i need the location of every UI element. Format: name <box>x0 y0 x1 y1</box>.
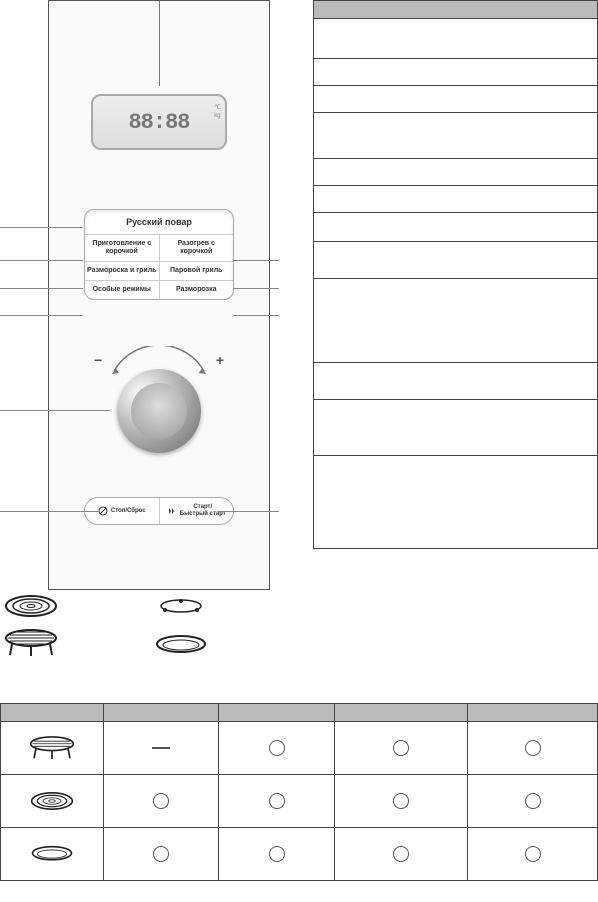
reference-row <box>314 456 597 548</box>
crisp-plate-icon <box>4 594 58 618</box>
circle-icon <box>269 740 285 756</box>
russian-chef-button[interactable]: Русский повар <box>85 210 233 235</box>
reference-row <box>314 242 597 279</box>
leader-line <box>218 511 279 512</box>
display-units: ℃ kg <box>214 104 221 120</box>
leader-line <box>0 260 83 261</box>
usage-row-crisp-plate <box>1 775 597 828</box>
usage-header-row <box>1 704 597 722</box>
dash-icon <box>152 747 170 749</box>
usage-row-tray <box>1 828 597 880</box>
circle-icon <box>393 846 409 862</box>
bottom-control-bar: Стоп/Сброс Старт/ Быстрый старт <box>84 497 234 525</box>
glass-tray-icon <box>154 634 208 656</box>
reference-row <box>314 213 597 242</box>
lcd-display: 88:88 ℃ kg <box>91 94 227 150</box>
reference-table-header <box>314 0 597 19</box>
circle-icon <box>269 793 285 809</box>
circle-icon <box>525 740 541 756</box>
usage-cell <box>104 722 220 774</box>
dial-minus-label: − <box>94 352 102 368</box>
rotary-dial[interactable] <box>117 369 201 453</box>
reference-row <box>314 159 597 186</box>
reference-table <box>313 0 598 549</box>
reference-row <box>314 186 597 213</box>
reference-row <box>314 19 597 59</box>
reference-row <box>314 400 597 456</box>
leader-line <box>233 315 279 316</box>
start-icon <box>167 506 177 516</box>
usage-header-cell <box>219 704 335 722</box>
leader-line <box>233 288 279 289</box>
usage-cell <box>335 775 469 827</box>
usage-header-cell <box>1 704 104 722</box>
usage-header-cell <box>104 704 220 722</box>
accessory-cell <box>1 775 104 827</box>
display-digits: 88:88 <box>128 110 189 135</box>
usage-cell <box>468 775 597 827</box>
leader-line <box>233 260 279 261</box>
usage-header-cell <box>335 704 469 722</box>
accessory-cell <box>1 722 104 774</box>
usage-cell <box>468 828 597 880</box>
usage-cell <box>335 722 469 774</box>
leader-line <box>0 288 83 289</box>
usage-cell <box>468 722 597 774</box>
usage-table <box>0 703 598 881</box>
crisp-plate-icon <box>30 790 74 812</box>
reference-row <box>314 86 597 113</box>
circle-icon <box>393 793 409 809</box>
control-panel: 88:88 ℃ kg Русский повар Приготовление с… <box>48 0 270 590</box>
grill-rack-icon <box>29 734 75 762</box>
panel-divider <box>159 1 160 86</box>
crust-cook-button[interactable]: Приготовление с корочкой <box>85 235 160 261</box>
reference-row <box>314 59 597 86</box>
accessory-cell <box>1 828 104 880</box>
circle-icon <box>153 793 169 809</box>
accessories-row <box>0 594 280 674</box>
leader-line <box>0 410 110 411</box>
circle-icon <box>153 846 169 862</box>
usage-cell <box>219 722 335 774</box>
unit-kg: kg <box>214 112 221 120</box>
dial-area: − + <box>94 346 224 476</box>
grill-rack-icon <box>4 628 58 658</box>
stop-reset-label: Стоп/Сброс <box>111 508 146 515</box>
reference-row <box>314 363 597 400</box>
reference-row <box>314 279 597 363</box>
leader-line <box>0 511 100 512</box>
usage-header-cell <box>468 704 597 722</box>
unit-celsius: ℃ <box>214 104 221 112</box>
reference-row <box>314 113 597 159</box>
circle-icon <box>269 846 285 862</box>
leader-line <box>0 227 83 228</box>
special-modes-button[interactable]: Особые режимы <box>85 281 160 299</box>
glass-tray-icon <box>30 844 74 864</box>
circle-icon <box>393 740 409 756</box>
usage-cell <box>335 828 469 880</box>
usage-cell <box>104 828 220 880</box>
steam-grill-button[interactable]: Паровой гриль <box>160 262 234 280</box>
usage-cell <box>219 775 335 827</box>
leader-line <box>0 315 83 316</box>
usage-row-grill-rack <box>1 722 597 775</box>
usage-cell <box>219 828 335 880</box>
circle-icon <box>525 846 541 862</box>
crust-reheat-button[interactable]: Разогрев с корочкой <box>160 235 234 261</box>
roller-ring-icon <box>158 598 204 616</box>
defrost-grill-button[interactable]: Размороска и гриль <box>85 262 160 280</box>
circle-icon <box>525 793 541 809</box>
defrost-button[interactable]: Разморозка <box>160 281 234 299</box>
usage-cell <box>104 775 220 827</box>
mode-button-block: Русский повар Приготовление с корочкой Р… <box>84 209 234 300</box>
dial-plus-label: + <box>216 352 224 368</box>
